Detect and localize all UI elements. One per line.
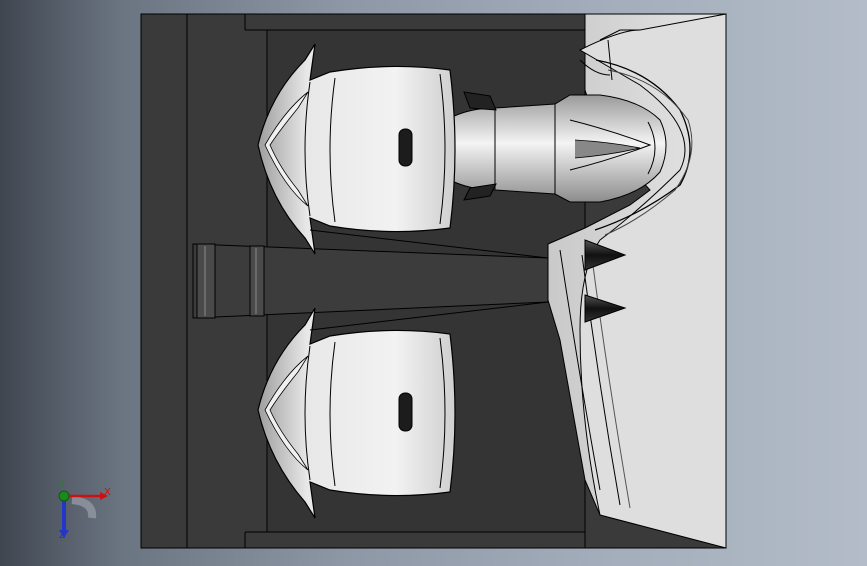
cad-viewport[interactable]: X Y Z (0, 0, 867, 562)
z-axis-label: Z (59, 530, 66, 541)
model-render (140, 13, 727, 549)
coordinate-triad: X Y Z (44, 480, 114, 550)
y-axis-label: Y (58, 480, 65, 491)
x-axis-label: X (104, 487, 111, 498)
front-pod[interactable] (445, 91, 667, 203)
